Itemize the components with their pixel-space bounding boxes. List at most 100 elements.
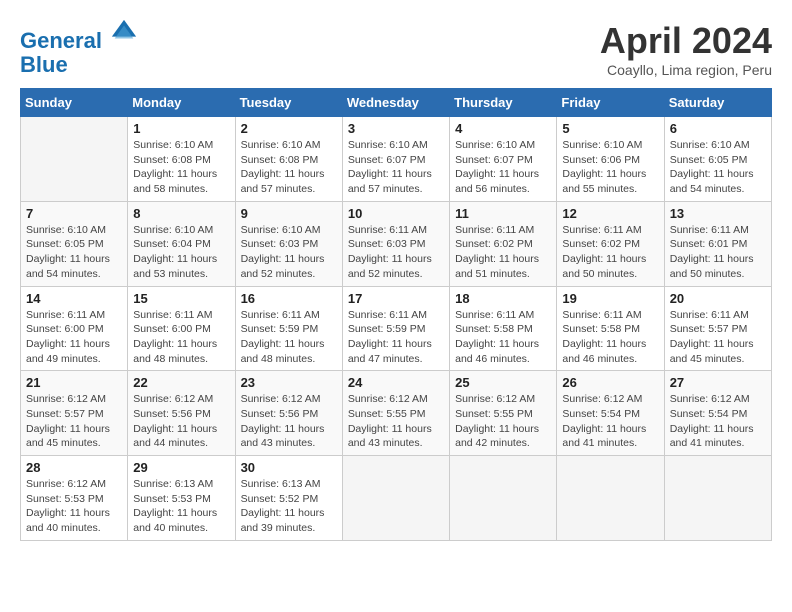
location: Coayllo, Lima region, Peru [600, 62, 772, 78]
calendar-week-row: 1 Sunrise: 6:10 AM Sunset: 6:08 PM Daylig… [21, 117, 772, 202]
day-number: 1 [133, 121, 229, 136]
calendar-cell: 6 Sunrise: 6:10 AM Sunset: 6:05 PM Daylig… [664, 117, 771, 202]
day-number: 9 [241, 206, 337, 221]
day-number: 2 [241, 121, 337, 136]
calendar-table: SundayMondayTuesdayWednesdayThursdayFrid… [20, 88, 772, 541]
day-number: 28 [26, 460, 122, 475]
day-number: 22 [133, 375, 229, 390]
day-number: 21 [26, 375, 122, 390]
day-info: Sunrise: 6:11 AM Sunset: 5:58 PM Dayligh… [562, 308, 658, 367]
day-info: Sunrise: 6:10 AM Sunset: 6:08 PM Dayligh… [133, 138, 229, 197]
day-number: 30 [241, 460, 337, 475]
calendar-cell [664, 456, 771, 541]
day-number: 14 [26, 291, 122, 306]
calendar-cell: 21 Sunrise: 6:12 AM Sunset: 5:57 PM Dayli… [21, 371, 128, 456]
day-info: Sunrise: 6:11 AM Sunset: 5:59 PM Dayligh… [348, 308, 444, 367]
day-number: 29 [133, 460, 229, 475]
calendar-week-row: 14 Sunrise: 6:11 AM Sunset: 6:00 PM Dayli… [21, 286, 772, 371]
calendar-cell: 28Sunrise: 6:12 AM Sunset: 5:53 PM Dayli… [21, 456, 128, 541]
calendar-cell: 20 Sunrise: 6:11 AM Sunset: 5:57 PM Dayli… [664, 286, 771, 371]
logo: General Blue [20, 20, 138, 77]
calendar-cell: 18 Sunrise: 6:11 AM Sunset: 5:58 PM Dayli… [450, 286, 557, 371]
day-info: Sunrise: 6:11 AM Sunset: 6:00 PM Dayligh… [133, 308, 229, 367]
day-info: Sunrise: 6:12 AM Sunset: 5:54 PM Dayligh… [562, 392, 658, 451]
day-info: Sunrise: 6:11 AM Sunset: 5:57 PM Dayligh… [670, 308, 766, 367]
day-info: Sunrise: 6:10 AM Sunset: 6:07 PM Dayligh… [348, 138, 444, 197]
column-header-monday: Monday [128, 89, 235, 117]
column-header-tuesday: Tuesday [235, 89, 342, 117]
day-number: 10 [348, 206, 444, 221]
day-info: Sunrise: 6:12 AM Sunset: 5:56 PM Dayligh… [133, 392, 229, 451]
day-number: 6 [670, 121, 766, 136]
day-number: 11 [455, 206, 551, 221]
calendar-cell: 16 Sunrise: 6:11 AM Sunset: 5:59 PM Dayli… [235, 286, 342, 371]
day-number: 24 [348, 375, 444, 390]
day-info: Sunrise: 6:10 AM Sunset: 6:08 PM Dayligh… [241, 138, 337, 197]
day-info: Sunrise: 6:10 AM Sunset: 6:05 PM Dayligh… [26, 223, 122, 282]
day-number: 8 [133, 206, 229, 221]
day-number: 13 [670, 206, 766, 221]
column-header-thursday: Thursday [450, 89, 557, 117]
calendar-week-row: 28Sunrise: 6:12 AM Sunset: 5:53 PM Dayli… [21, 456, 772, 541]
day-info: Sunrise: 6:11 AM Sunset: 6:02 PM Dayligh… [455, 223, 551, 282]
calendar-header-row: SundayMondayTuesdayWednesdayThursdayFrid… [21, 89, 772, 117]
calendar-cell: 3 Sunrise: 6:10 AM Sunset: 6:07 PM Daylig… [342, 117, 449, 202]
calendar-cell: 27 Sunrise: 6:12 AM Sunset: 5:54 PM Dayli… [664, 371, 771, 456]
day-info: Sunrise: 6:11 AM Sunset: 6:00 PM Dayligh… [26, 308, 122, 367]
day-info: Sunrise: 6:11 AM Sunset: 5:59 PM Dayligh… [241, 308, 337, 367]
day-info: Sunrise: 6:12 AM Sunset: 5:57 PM Dayligh… [26, 392, 122, 451]
calendar-cell: 17Sunrise: 6:11 AM Sunset: 5:59 PM Dayli… [342, 286, 449, 371]
month-title: April 2024 [600, 20, 772, 62]
day-number: 3 [348, 121, 444, 136]
calendar-week-row: 21 Sunrise: 6:12 AM Sunset: 5:57 PM Dayli… [21, 371, 772, 456]
day-number: 15 [133, 291, 229, 306]
day-number: 27 [670, 375, 766, 390]
column-header-saturday: Saturday [664, 89, 771, 117]
calendar-cell: 11 Sunrise: 6:11 AM Sunset: 6:02 PM Dayli… [450, 201, 557, 286]
logo-text-blue: Blue [20, 53, 138, 77]
calendar-cell [450, 456, 557, 541]
column-header-friday: Friday [557, 89, 664, 117]
day-info: Sunrise: 6:10 AM Sunset: 6:03 PM Dayligh… [241, 223, 337, 282]
calendar-cell: 14 Sunrise: 6:11 AM Sunset: 6:00 PM Dayli… [21, 286, 128, 371]
day-number: 23 [241, 375, 337, 390]
calendar-cell: 7 Sunrise: 6:10 AM Sunset: 6:05 PM Daylig… [21, 201, 128, 286]
day-number: 16 [241, 291, 337, 306]
day-info: Sunrise: 6:10 AM Sunset: 6:04 PM Dayligh… [133, 223, 229, 282]
calendar-cell: 24 Sunrise: 6:12 AM Sunset: 5:55 PM Dayli… [342, 371, 449, 456]
day-number: 4 [455, 121, 551, 136]
day-number: 7 [26, 206, 122, 221]
title-area: April 2024 Coayllo, Lima region, Peru [600, 20, 772, 78]
day-info: Sunrise: 6:10 AM Sunset: 6:05 PM Dayligh… [670, 138, 766, 197]
day-number: 18 [455, 291, 551, 306]
calendar-cell: 19Sunrise: 6:11 AM Sunset: 5:58 PM Dayli… [557, 286, 664, 371]
calendar-cell: 2 Sunrise: 6:10 AM Sunset: 6:08 PM Daylig… [235, 117, 342, 202]
day-number: 12 [562, 206, 658, 221]
day-info: Sunrise: 6:11 AM Sunset: 6:02 PM Dayligh… [562, 223, 658, 282]
calendar-cell [342, 456, 449, 541]
calendar-cell: 12 Sunrise: 6:11 AM Sunset: 6:02 PM Dayli… [557, 201, 664, 286]
column-header-wednesday: Wednesday [342, 89, 449, 117]
calendar-cell: 29 Sunrise: 6:13 AM Sunset: 5:53 PM Dayli… [128, 456, 235, 541]
calendar-cell: 9 Sunrise: 6:10 AM Sunset: 6:03 PM Daylig… [235, 201, 342, 286]
day-info: Sunrise: 6:13 AM Sunset: 5:53 PM Dayligh… [133, 477, 229, 536]
calendar-cell: 26 Sunrise: 6:12 AM Sunset: 5:54 PM Dayli… [557, 371, 664, 456]
page-header: General Blue April 2024 Coayllo, Lima re… [20, 20, 772, 78]
day-number: 26 [562, 375, 658, 390]
day-info: Sunrise: 6:10 AM Sunset: 6:06 PM Dayligh… [562, 138, 658, 197]
day-info: Sunrise: 6:13 AM Sunset: 5:52 PM Dayligh… [241, 477, 337, 536]
day-number: 20 [670, 291, 766, 306]
calendar-cell: 23 Sunrise: 6:12 AM Sunset: 5:56 PM Dayli… [235, 371, 342, 456]
calendar-cell: 25Sunrise: 6:12 AM Sunset: 5:55 PM Dayli… [450, 371, 557, 456]
calendar-cell: 8 Sunrise: 6:10 AM Sunset: 6:04 PM Daylig… [128, 201, 235, 286]
day-info: Sunrise: 6:11 AM Sunset: 5:58 PM Dayligh… [455, 308, 551, 367]
day-number: 25 [455, 375, 551, 390]
calendar-cell [21, 117, 128, 202]
day-info: Sunrise: 6:12 AM Sunset: 5:54 PM Dayligh… [670, 392, 766, 451]
day-info: Sunrise: 6:12 AM Sunset: 5:55 PM Dayligh… [348, 392, 444, 451]
day-info: Sunrise: 6:12 AM Sunset: 5:56 PM Dayligh… [241, 392, 337, 451]
calendar-cell: 22 Sunrise: 6:12 AM Sunset: 5:56 PM Dayli… [128, 371, 235, 456]
calendar-cell [557, 456, 664, 541]
calendar-cell: 10Sunrise: 6:11 AM Sunset: 6:03 PM Dayli… [342, 201, 449, 286]
calendar-cell: 30 Sunrise: 6:13 AM Sunset: 5:52 PM Dayli… [235, 456, 342, 541]
